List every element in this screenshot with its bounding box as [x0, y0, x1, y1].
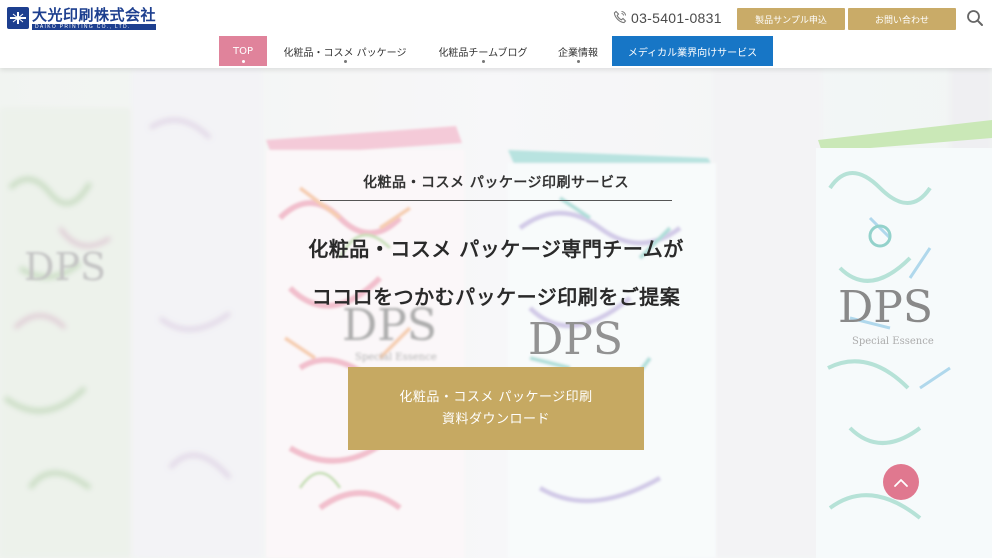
- nav-dropdown-dot: [481, 60, 485, 63]
- phone-number: 03-5401-0831: [631, 10, 722, 26]
- logo-english-name: DAIKO PRINTING CO., LTD.: [32, 24, 157, 30]
- nav-item-label: 化粧品チームブログ: [438, 47, 528, 59]
- nav-item-label: メディカル業界向けサービス: [627, 47, 758, 59]
- brochure-download-line2: 資料ダウンロード: [441, 411, 550, 427]
- site-header: 大光印刷株式会社 DAIKO PRINTING CO., LTD. 03-540…: [0, 0, 992, 68]
- nav-item-label: 企業情報: [558, 47, 598, 59]
- chevron-up-icon: [893, 473, 909, 492]
- sample-request-button[interactable]: 製品サンプル申込: [737, 8, 845, 30]
- hero-headline-line1: 化粧品・コスメ パッケージ専門チームが: [308, 237, 684, 261]
- nav-item-cosmetics-package[interactable]: 化粧品・コスメ パッケージ: [274, 36, 416, 66]
- nav-item-company-info[interactable]: 企業情報: [548, 36, 608, 66]
- nav-item-top[interactable]: TOP: [219, 36, 267, 66]
- hero-background-image: DPS DPS Special Essence DPS DPS Special …: [0, 68, 992, 558]
- nav-item-medical-services[interactable]: メディカル業界向けサービス: [612, 36, 773, 66]
- phone-icon: [613, 9, 627, 28]
- brochure-download-line1: 化粧品・コスメ パッケージ印刷: [399, 389, 593, 405]
- nav-dropdown-dot: [241, 60, 245, 63]
- scroll-to-top-button[interactable]: [883, 464, 919, 500]
- logo-company-name: 大光印刷株式会社: [32, 6, 157, 24]
- hero-divider: [320, 200, 672, 201]
- company-logo[interactable]: 大光印刷株式会社 DAIKO PRINTING CO., LTD.: [7, 6, 157, 31]
- hero-headline-line2: ココロをつかむパッケージ印刷をご提案: [311, 285, 681, 309]
- nav-item-team-blog[interactable]: 化粧品チームブログ: [428, 36, 538, 66]
- nav-dropdown-dot: [576, 60, 580, 63]
- search-icon[interactable]: [966, 9, 984, 27]
- nav-item-label: 化粧品・コスメ パッケージ: [283, 47, 407, 59]
- nav-dropdown-dot: [343, 60, 347, 63]
- nav-item-label: TOP: [232, 45, 253, 57]
- logo-mark-icon: [7, 7, 29, 29]
- hero-subtitle: 化粧品・コスメ パッケージ印刷サービス: [362, 175, 630, 191]
- hero-section: DPS DPS Special Essence DPS DPS Special …: [0, 68, 992, 558]
- contact-button[interactable]: お問い合わせ: [848, 8, 956, 30]
- phone-contact[interactable]: 03-5401-0831: [613, 8, 722, 28]
- brochure-download-button[interactable]: 化粧品・コスメ パッケージ印刷 資料ダウンロード: [348, 367, 644, 450]
